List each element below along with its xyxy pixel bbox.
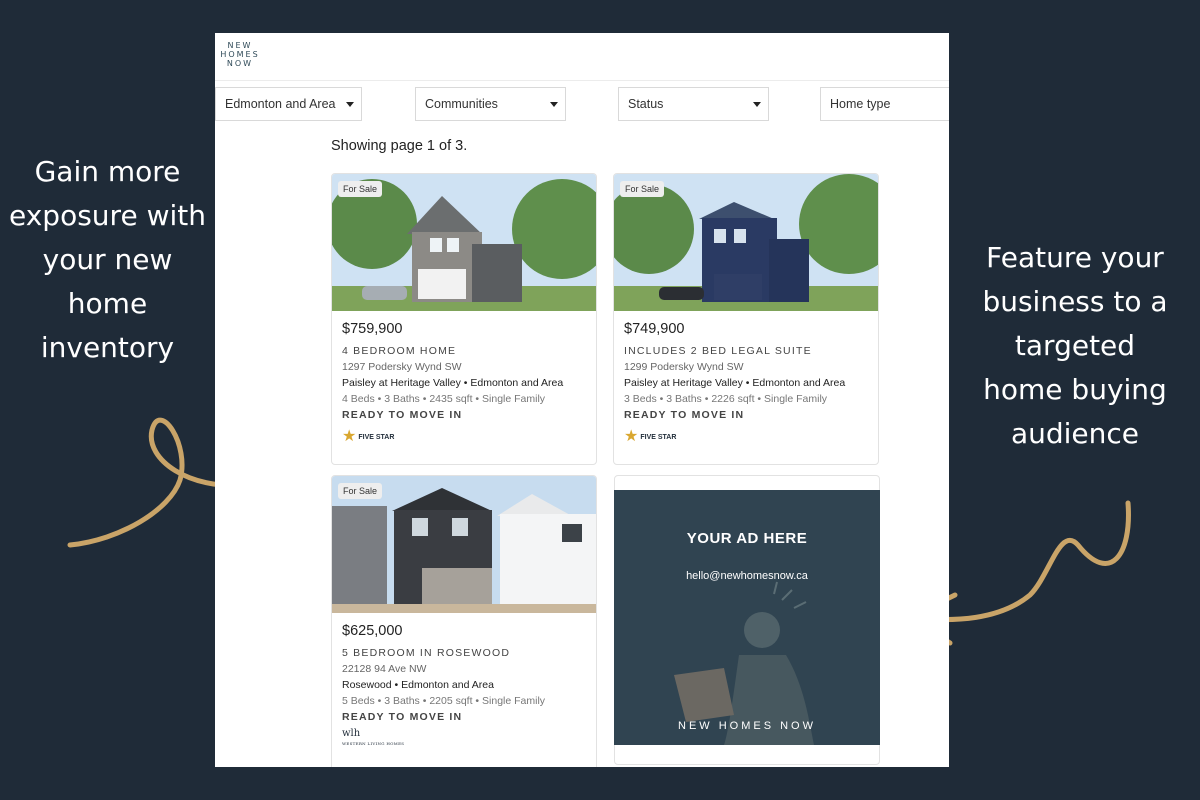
listing-specs: 4 Beds • 3 Baths • 2435 sqft • Single Fa… — [342, 393, 546, 405]
listing-status: READY TO MOVE IN — [342, 711, 463, 723]
caret-down-icon — [550, 102, 558, 107]
listing-photo[interactable]: For Sale — [614, 174, 878, 311]
listing-specs: 3 Beds • 3 Baths • 2226 sqft • Single Fa… — [624, 393, 828, 405]
communities-select[interactable]: Communities — [415, 87, 566, 121]
builder-logo[interactable]: wlh WESTERN LIVING HOMES — [342, 727, 586, 751]
site-header: NEW HOMES NOW — [215, 33, 949, 81]
listing-card[interactable]: For Sale $625,000 5 BEDROOM IN ROSEWOOD … — [331, 475, 597, 767]
status-badge: For Sale — [338, 181, 383, 197]
builder-logo[interactable]: ★ FIVE STAR — [342, 425, 586, 449]
listing-headline: 5 BEDROOM IN ROSEWOOD — [342, 647, 511, 659]
listing-photo[interactable]: For Sale — [332, 174, 596, 311]
listing-card[interactable]: For Sale $749,900 INCLUDES 2 BED LEGAL S… — [613, 173, 879, 465]
ad-title: YOUR AD HERE — [686, 530, 808, 547]
home-type-select[interactable]: Home type — [820, 87, 949, 121]
listing-price: $749,900 — [624, 321, 685, 337]
woman-with-laptop-illustration — [674, 581, 814, 745]
listing-price: $759,900 — [342, 321, 403, 337]
region-select[interactable]: Edmonton and Area — [215, 87, 362, 121]
listing-card[interactable]: For Sale $759,900 4 BEDROOM HOME 1297 Po… — [331, 173, 597, 465]
listing-community: Rosewood • Edmonton and Area — [342, 679, 494, 691]
listing-price: $625,000 — [342, 623, 403, 639]
ad-email-link[interactable]: hello@newhomesnow.ca — [614, 570, 880, 582]
ad-brand: NEW HOMES NOW — [678, 720, 816, 732]
star-icon: ★ — [624, 428, 639, 445]
listing-headline: 4 BEDROOM HOME — [342, 345, 457, 357]
listing-address: 1297 Podersky Wynd SW — [342, 361, 462, 373]
listing-address: 1299 Podersky Wynd SW — [624, 361, 744, 373]
filter-bar: Edmonton and Area Communities Status Hom… — [215, 87, 949, 129]
status-badge: For Sale — [338, 483, 383, 499]
listing-status: READY TO MOVE IN — [624, 409, 745, 421]
caret-down-icon — [346, 102, 354, 107]
site-logo[interactable]: NEW HOMES NOW — [217, 41, 263, 68]
listing-community: Paisley at Heritage Valley • Edmonton an… — [624, 377, 846, 389]
ad-placeholder[interactable]: YOUR AD HERE hello@newhomesnow.ca NEW HO… — [614, 490, 880, 745]
pagination-summary: Showing page 1 of 3. — [331, 138, 468, 154]
listing-specs: 5 Beds • 3 Baths • 2205 sqft • Single Fa… — [342, 695, 546, 707]
listing-status: READY TO MOVE IN — [342, 409, 463, 421]
left-caption: Gain more exposure with your new home in… — [9, 155, 206, 364]
status-select[interactable]: Status — [618, 87, 769, 121]
right-caption: Feature your business to a targeted home… — [982, 241, 1168, 450]
builder-logo[interactable]: ★ FIVE STAR — [624, 425, 868, 449]
star-icon: ★ — [342, 428, 357, 445]
caret-down-icon — [753, 102, 761, 107]
listing-photo[interactable]: For Sale — [332, 476, 596, 613]
status-badge: For Sale — [620, 181, 665, 197]
listing-community: Paisley at Heritage Valley • Edmonton an… — [342, 377, 564, 389]
listing-headline: INCLUDES 2 BED LEGAL SUITE — [624, 345, 812, 357]
listing-address: 22128 94 Ave NW — [342, 663, 427, 675]
website-screenshot: NEW HOMES NOW Edmonton and Area Communit… — [215, 33, 949, 767]
